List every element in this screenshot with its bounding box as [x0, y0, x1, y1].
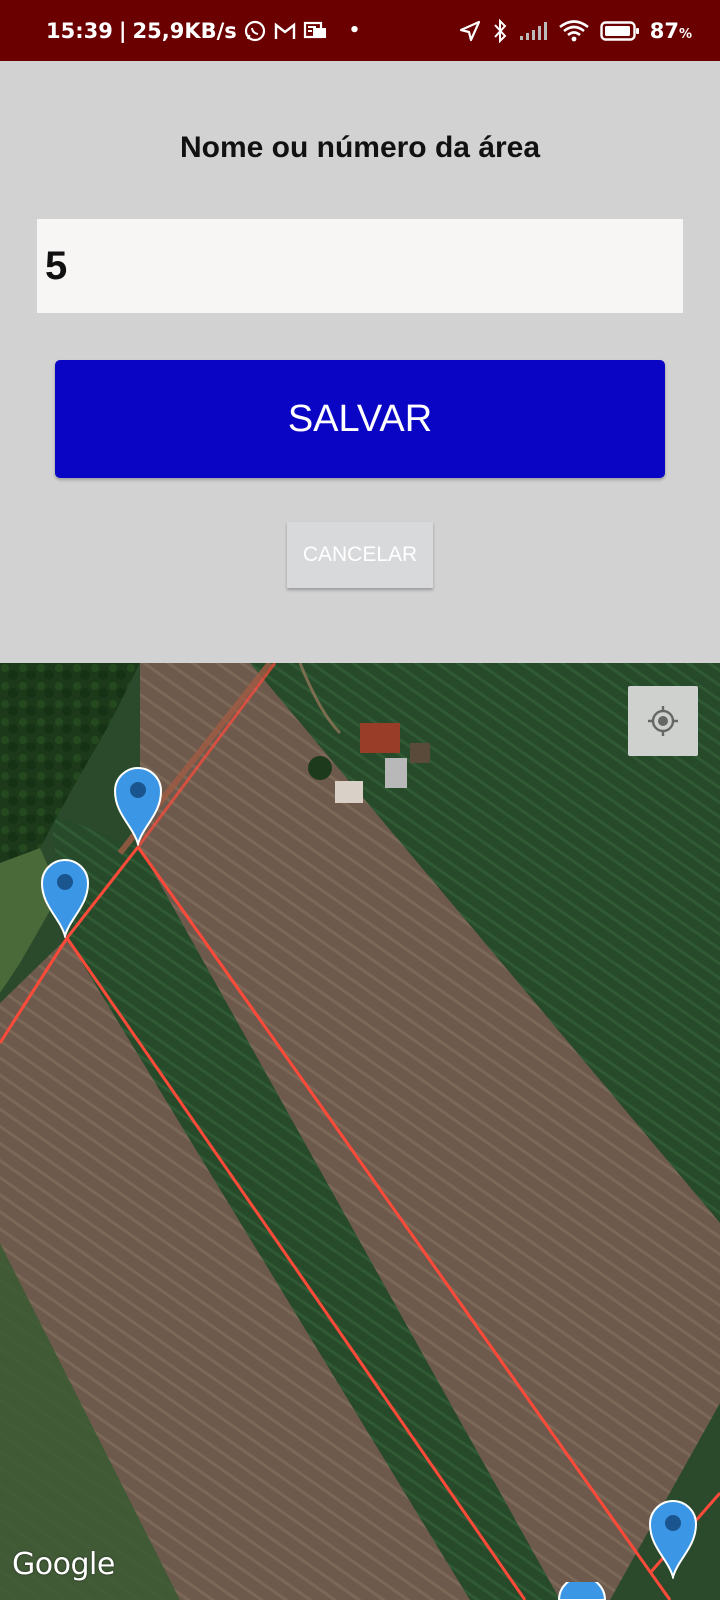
map-view[interactable]: Google	[0, 663, 720, 1600]
my-location-icon	[648, 706, 678, 736]
map-marker-icon[interactable]	[113, 766, 163, 846]
wifi-icon	[558, 19, 590, 43]
bluetooth-icon	[492, 18, 508, 44]
map-marker-icon[interactable]	[648, 1499, 698, 1579]
google-attribution: Google	[12, 1547, 115, 1582]
area-name-input[interactable]	[37, 219, 683, 313]
status-dot: •	[348, 20, 361, 41]
battery-level: 87%	[649, 18, 692, 43]
battery-icon	[600, 20, 640, 42]
gmail-icon	[273, 20, 297, 42]
field-title: Nome ou número da área	[179, 131, 541, 164]
satellite-imagery	[0, 663, 720, 1600]
status-bar: 15:39 | 25,9KB/s • 87%	[0, 0, 720, 61]
area-name-form: Nome ou número da área SALVAR CANCELAR	[0, 61, 720, 663]
map-marker-icon[interactable]	[557, 1582, 607, 1600]
map-marker-icon[interactable]	[40, 858, 90, 938]
my-location-button[interactable]	[628, 686, 698, 756]
location-arrow-icon	[458, 19, 482, 43]
notification-icon	[303, 20, 329, 42]
clock: 15:39	[46, 18, 113, 43]
status-left: 15:39 | 25,9KB/s •	[46, 0, 360, 61]
status-right: 87%	[458, 0, 692, 61]
whatsapp-icon	[243, 19, 267, 43]
status-separator: |	[118, 18, 127, 43]
save-button[interactable]: SALVAR	[55, 360, 665, 478]
cancel-button[interactable]: CANCELAR	[287, 522, 433, 588]
signal-icon	[518, 20, 548, 42]
network-speed: 25,9KB/s	[132, 18, 237, 43]
